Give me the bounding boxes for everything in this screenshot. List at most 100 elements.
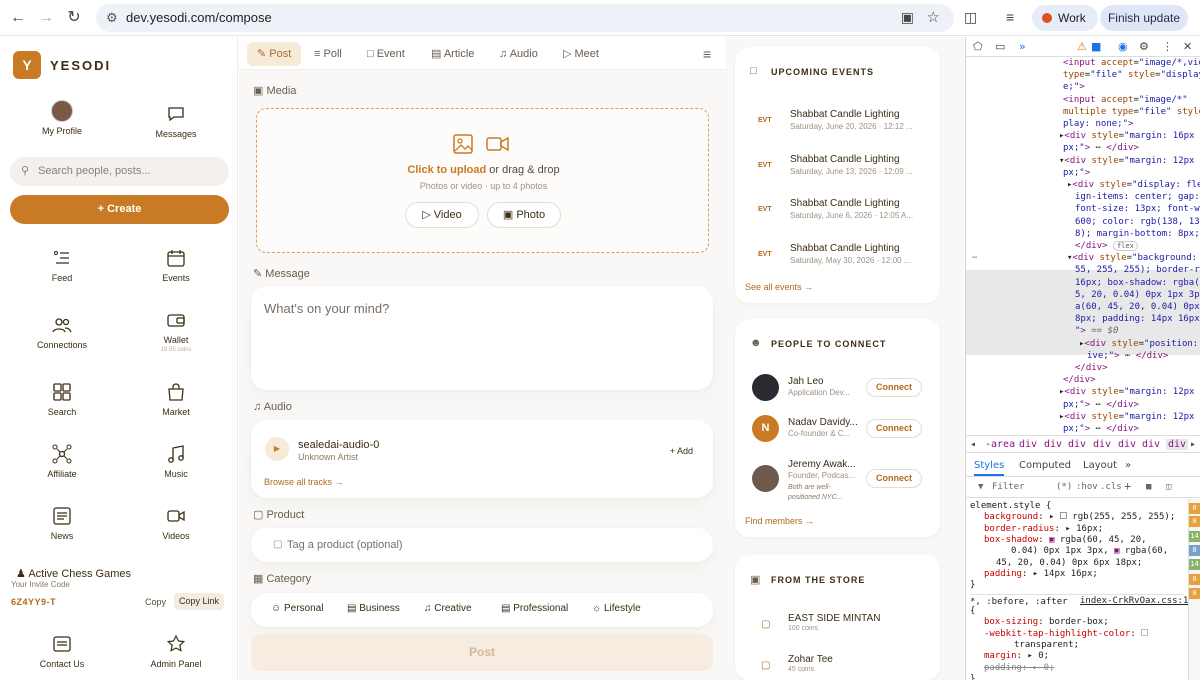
style-line[interactable]: box-sizing: border-box; (984, 617, 1109, 628)
category-lifestyle[interactable]: ☼ Lifestyle (592, 603, 641, 614)
event-item[interactable]: EVT Shabbat Candle Lighting Saturday, June… (735, 105, 940, 145)
person-item[interactable]: Jah Leo Application Dev... Connect (735, 374, 940, 414)
play-icon[interactable]: ▶ (265, 437, 289, 461)
search-input[interactable]: ⚲ Search people, posts... (10, 157, 229, 186)
connect-button[interactable]: Connect (866, 469, 922, 488)
inspect-icon[interactable]: ⬠ (973, 40, 983, 53)
sidebar-item-events[interactable]: Events (121, 247, 231, 283)
tab-article[interactable]: ▤ Article (431, 42, 474, 66)
find-members-link[interactable]: Find members → (745, 516, 814, 526)
tab-post[interactable]: ✎ Post (247, 42, 302, 66)
code-line[interactable]: ▸<div style="display: fle (1067, 179, 1200, 191)
address-bar[interactable]: ⚙ dev.yesodi.com/compose ▣ ☆ (96, 4, 954, 32)
warning-icon[interactable]: ⚠ (1077, 40, 1087, 53)
code-line[interactable]: ▾<div style="background: (1067, 252, 1197, 264)
copy-button[interactable]: Copy (145, 597, 166, 607)
event-item[interactable]: EVT Shabbat Candle Lighting Saturday, June… (735, 150, 940, 190)
post-button[interactable]: Post (251, 634, 713, 671)
code-line[interactable]: ▸<div style="position: (1079, 338, 1198, 350)
tab-computed[interactable]: Computed (1019, 460, 1071, 471)
site-settings-icon[interactable]: ⚙ (106, 10, 118, 26)
code-line[interactable]: ▸<div style="margin: 16px 1 (1059, 130, 1200, 142)
plus-icon[interactable]: + (1124, 479, 1131, 493)
sidebar-item-news[interactable]: News (7, 505, 117, 541)
event-item[interactable]: EVT Shabbat Candle Lighting Saturday, June… (735, 194, 940, 234)
tab-event[interactable]: □ Event (367, 42, 405, 66)
category-professional[interactable]: ▤ Professional (501, 603, 568, 614)
cls-button[interactable]: .cls (1100, 482, 1122, 492)
create-button[interactable]: + Create (10, 195, 229, 224)
scroll-left-icon[interactable]: ◂ (970, 439, 976, 450)
code-line[interactable]: ▸<div style="margin: 12px 1 (1059, 386, 1200, 398)
brand-name[interactable]: YESODI (50, 58, 111, 73)
breadcrumb-item[interactable]: div (1044, 439, 1062, 450)
breadcrumb-item[interactable]: div (1166, 439, 1189, 450)
upload-link[interactable]: Click to upload (407, 164, 486, 176)
tab-audio[interactable]: ♫ Audio (499, 42, 538, 66)
sidebar-item-videos[interactable]: Videos (121, 505, 231, 541)
sidebar-item-connections[interactable]: Connections (7, 314, 117, 350)
back-icon[interactable]: ← (8, 8, 28, 28)
connect-button[interactable]: Connect (866, 419, 922, 438)
finish-update-button[interactable]: Finish update (1100, 5, 1188, 31)
forward-icon[interactable]: → (36, 8, 56, 28)
style-line[interactable]: padding: ▸ 0; (984, 663, 1054, 674)
close-icon[interactable]: ✕ (1183, 40, 1192, 53)
sidebar-item-wallet[interactable]: Wallet 18.95 coins (121, 309, 231, 353)
breadcrumb-item[interactable]: div (1019, 439, 1037, 450)
sidebar-toggle-icon[interactable]: ◫ (1166, 482, 1171, 492)
sidebar-item-contact[interactable]: Contact Us (7, 633, 117, 669)
store-item[interactable]: ▢ Zohar Tee 45 coins (735, 654, 940, 680)
logo[interactable]: Y (13, 51, 41, 79)
person-item[interactable]: N Nadav Davidy... Co-founder & C... Conn… (735, 415, 940, 455)
extensions-icon[interactable]: ◫ (964, 9, 977, 26)
category-personal[interactable]: ☺ Personal (271, 603, 323, 614)
ai-assist-icon[interactable]: ◉ (1118, 40, 1128, 53)
style-line[interactable]: padding: ▸ 14px 16px; (984, 569, 1098, 580)
issues-icon[interactable]: ■ (1091, 40, 1101, 53)
sidebar-item-affiliate[interactable]: Affiliate (7, 443, 117, 479)
style-line[interactable]: background: ▸ rgb(255, 255, 255); (984, 512, 1175, 523)
chess-games-section[interactable]: ♟ Active Chess Games (16, 567, 131, 580)
flex-badge[interactable]: flex (1112, 241, 1138, 251)
paint-icon[interactable]: ■ (1146, 482, 1151, 492)
tab-styles[interactable]: Styles (974, 460, 1005, 476)
menu-icon[interactable]: ≡ (703, 42, 711, 66)
connect-button[interactable]: Connect (866, 378, 922, 397)
browse-tracks-link[interactable]: Browse all tracks → (264, 477, 344, 487)
profile-button[interactable]: Work (1032, 5, 1098, 31)
sidebar-item-search[interactable]: Search (7, 381, 117, 417)
kebab-menu-icon[interactable]: ⋮ (1162, 40, 1173, 53)
category-creative[interactable]: ♫ Creative (424, 603, 472, 614)
person-item[interactable]: Jeremy Awak... Founder, Podcas... Both a… (735, 457, 940, 512)
install-app-icon[interactable]: ▣ (901, 9, 914, 26)
gear-icon[interactable]: ⚙ (1139, 40, 1149, 53)
sidebar-item-feed[interactable]: Feed (7, 247, 117, 283)
see-all-events-link[interactable]: See all events → (745, 282, 813, 292)
photo-upload-button[interactable]: ▣ Photo (487, 202, 561, 228)
breadcrumb-item[interactable]: -area (985, 439, 1015, 450)
tab-layout[interactable]: Layout (1083, 460, 1117, 471)
sidebar-item-messages[interactable]: Messages (121, 103, 231, 139)
filter-input[interactable]: Filter (992, 482, 1025, 492)
breadcrumb-item[interactable]: div (1118, 439, 1136, 450)
add-track-button[interactable]: + Add (670, 446, 693, 456)
rule-source-link[interactable]: index-CrkRvOax.css:1 (1080, 596, 1188, 607)
scroll-right-icon[interactable]: ▸ (1190, 439, 1196, 450)
ellipsis-icon[interactable]: ⋯ (972, 252, 977, 264)
style-line[interactable]: margin: ▸ 0; (984, 651, 1049, 662)
style-line[interactable]: -webkit-tap-highlight-color: (984, 629, 1149, 640)
more-tabs-icon[interactable]: » (1125, 460, 1131, 471)
category-business[interactable]: ▤ Business (347, 603, 400, 614)
style-line[interactable]: box-shadow: ▣ rgba(60, 45, 20, (984, 535, 1147, 546)
video-upload-button[interactable]: ▷ Video (405, 202, 479, 228)
copy-link-button[interactable]: Copy Link (174, 593, 225, 610)
device-icon[interactable]: ▭ (995, 40, 1005, 53)
store-item[interactable]: ▢ EAST SIDE MINTAN 100 coins (735, 613, 940, 639)
product-input[interactable]: ▢ Tag a product (optional) (251, 528, 713, 562)
breadcrumb-item[interactable]: div (1093, 439, 1111, 450)
sidebar-item-market[interactable]: Market (121, 381, 231, 417)
regex-toggle[interactable]: (*) (1056, 482, 1072, 492)
code-line[interactable]: ▾<div style="margin: 12px 1 (1059, 155, 1200, 167)
media-dropzone[interactable]: Click to upload or drag & drop Photos or… (256, 108, 709, 253)
